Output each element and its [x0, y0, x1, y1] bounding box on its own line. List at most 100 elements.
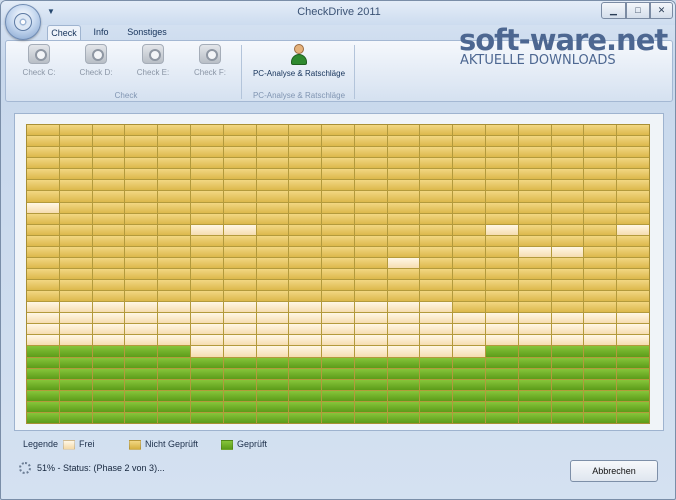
sector-cell-not-checked [256, 202, 289, 213]
sector-cell-not-checked [453, 280, 486, 291]
sector-cell-not-checked [289, 291, 322, 302]
sector-cell-not-checked [518, 235, 551, 246]
tab-info[interactable]: Info [87, 25, 115, 41]
sector-cell-not-checked [518, 180, 551, 191]
sector-cell-checked [617, 390, 649, 401]
sector-cell-not-checked [387, 224, 420, 235]
sector-cell-not-checked [125, 257, 158, 268]
sector-cell-not-checked [59, 224, 92, 235]
sector-cell-not-checked [223, 191, 256, 202]
sector-cell-free [387, 257, 420, 268]
sector-cell-free [190, 313, 223, 324]
sector-cell-not-checked [420, 158, 453, 169]
minimize-button[interactable]: ▁ [601, 2, 626, 19]
sector-cell-checked [92, 390, 125, 401]
sector-cell-not-checked [617, 136, 649, 147]
sector-cell-not-checked [92, 191, 125, 202]
sector-cell-not-checked [223, 136, 256, 147]
sector-cell-not-checked [551, 125, 584, 136]
sector-cell-not-checked [387, 280, 420, 291]
sector-cell-not-checked [125, 169, 158, 180]
check-e-button[interactable]: Check E: [128, 44, 178, 84]
sector-cell-not-checked [518, 136, 551, 147]
sector-cell-not-checked [420, 125, 453, 136]
sector-cell-not-checked [158, 191, 190, 202]
sector-cell-not-checked [518, 147, 551, 158]
sector-cell-not-checked [190, 158, 223, 169]
close-button[interactable]: ✕ [650, 2, 673, 19]
sector-cell-not-checked [486, 302, 518, 313]
sector-cell-not-checked [486, 213, 518, 224]
sector-cell-not-checked [190, 257, 223, 268]
sector-cell-checked [518, 346, 551, 357]
sector-cell-not-checked [158, 147, 190, 158]
sector-cell-not-checked [387, 125, 420, 136]
sector-cell-not-checked [354, 191, 387, 202]
sector-cell-not-checked [420, 268, 453, 280]
sector-cell-not-checked [59, 235, 92, 246]
maximize-button[interactable]: □ [626, 2, 650, 19]
check-d-label: Check D: [79, 68, 113, 77]
sector-cell-checked [92, 368, 125, 379]
check-c-button[interactable]: Check C: [14, 44, 64, 84]
sector-cell-free [420, 324, 453, 335]
sector-cell-not-checked [190, 147, 223, 158]
sector-cell-not-checked [420, 180, 453, 191]
sector-cell-not-checked [617, 213, 649, 224]
sector-cell-not-checked [486, 291, 518, 302]
sector-cell-free [256, 324, 289, 335]
sector-cell-not-checked [27, 136, 59, 147]
sector-cell-not-checked [387, 191, 420, 202]
sector-cell-checked [190, 368, 223, 379]
sector-cell-not-checked [27, 280, 59, 291]
sector-cell-not-checked [584, 202, 617, 213]
sector-cell-checked [486, 390, 518, 401]
sector-cell-not-checked [256, 180, 289, 191]
check-d-button[interactable]: Check D: [71, 44, 121, 84]
sector-cell-not-checked [322, 136, 354, 147]
sector-cell-not-checked [387, 235, 420, 246]
pc-analyse-button[interactable]: PC-Analyse & Ratschläge [249, 44, 349, 84]
sector-cell-not-checked [190, 235, 223, 246]
sector-cell-not-checked [551, 235, 584, 246]
sector-cell-checked [256, 357, 289, 368]
sector-cell-checked [125, 401, 158, 412]
sector-cell-not-checked [158, 169, 190, 180]
tab-sonstiges[interactable]: Sonstiges [123, 25, 171, 41]
sector-cell-checked [420, 357, 453, 368]
sector-cell-free [190, 302, 223, 313]
sector-cell-not-checked [256, 213, 289, 224]
sector-cell-free [322, 313, 354, 324]
sector-cell-checked [354, 357, 387, 368]
sector-cell-not-checked [486, 158, 518, 169]
sector-cell-checked [256, 401, 289, 412]
sector-cell-checked [518, 401, 551, 412]
sector-cell-free [223, 346, 256, 357]
sector-cell-free [256, 313, 289, 324]
sector-cell-checked [322, 379, 354, 390]
sector-cell-free [289, 335, 322, 346]
quick-access-dropdown-icon[interactable]: ▼ [45, 7, 57, 17]
application-menu-button[interactable] [5, 4, 41, 40]
sector-cell-free [190, 224, 223, 235]
sector-cell-checked [289, 390, 322, 401]
legend-swatch-frei [63, 439, 75, 450]
sector-cell-checked [27, 379, 59, 390]
sector-cell-not-checked [59, 125, 92, 136]
sector-cell-not-checked [289, 246, 322, 257]
sector-cell-free [617, 335, 649, 346]
tab-check[interactable]: Check [47, 25, 81, 41]
sector-cell-not-checked [453, 246, 486, 257]
check-f-button[interactable]: Check F: [185, 44, 235, 84]
sector-cell-checked [223, 412, 256, 423]
drive-check-icon [199, 44, 221, 64]
sector-cell-checked [92, 357, 125, 368]
sector-cell-not-checked [256, 158, 289, 169]
cancel-button[interactable]: Abbrechen [570, 460, 658, 482]
sector-cell-not-checked [256, 191, 289, 202]
sector-cell-not-checked [27, 291, 59, 302]
sector-cell-free [190, 335, 223, 346]
sector-cell-not-checked [223, 202, 256, 213]
sector-cell-not-checked [125, 125, 158, 136]
sector-cell-not-checked [289, 235, 322, 246]
